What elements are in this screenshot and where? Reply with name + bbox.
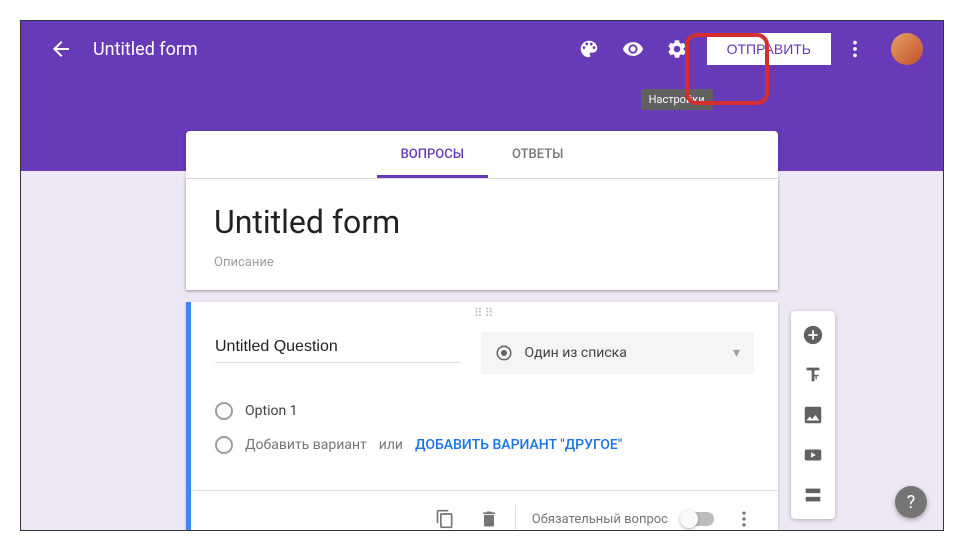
image-icon — [802, 404, 824, 426]
trash-icon — [479, 509, 499, 529]
question-title-input[interactable] — [215, 332, 461, 363]
arrow-back-icon — [49, 37, 73, 61]
tab-responses[interactable]: ОТВЕТЫ — [488, 131, 587, 178]
customize-theme-button[interactable] — [569, 29, 609, 69]
add-option-row: Добавить вариант или ДОБАВИТЬ ВАРИАНТ "Д… — [215, 428, 754, 462]
question-type-select[interactable]: Один из списка ▾ — [481, 332, 755, 374]
add-section-button[interactable] — [795, 477, 831, 513]
question-card[interactable]: ⠿⠿ Один из списка ▾ Option 1 — [186, 302, 778, 531]
user-avatar[interactable] — [891, 33, 923, 65]
tab-questions[interactable]: ВОПРОСЫ — [377, 131, 488, 178]
delete-button[interactable] — [471, 501, 507, 531]
plus-circle-icon — [802, 324, 824, 346]
drag-handle[interactable]: ⠿⠿ — [191, 302, 778, 324]
gear-icon — [666, 38, 688, 60]
form-title-header[interactable]: Untitled form — [93, 39, 198, 60]
add-title-button[interactable] — [795, 357, 831, 393]
or-text: или — [379, 437, 403, 453]
radio-circle-icon — [215, 402, 233, 420]
form-title-input[interactable]: Untitled form — [214, 203, 750, 241]
form-description-input[interactable]: Описание — [214, 255, 750, 270]
side-toolbar — [791, 311, 835, 519]
preview-button[interactable] — [613, 29, 653, 69]
question-more-button[interactable] — [726, 501, 762, 531]
video-icon — [802, 444, 824, 466]
add-video-button[interactable] — [795, 437, 831, 473]
option-row[interactable]: Option 1 — [215, 394, 754, 428]
add-question-button[interactable] — [795, 317, 831, 353]
help-icon: ? — [907, 492, 916, 513]
more-vert-icon — [734, 509, 754, 529]
settings-button[interactable]: Настройки — [657, 29, 697, 69]
more-vert-icon — [844, 38, 866, 60]
settings-tooltip: Настройки — [641, 89, 713, 110]
add-image-button[interactable] — [795, 397, 831, 433]
radio-icon — [495, 344, 513, 362]
required-toggle[interactable] — [680, 512, 714, 526]
back-button[interactable] — [41, 29, 81, 69]
tabs: ВОПРОСЫ ОТВЕТЫ — [186, 131, 778, 179]
help-button[interactable]: ? — [895, 486, 927, 518]
duplicate-button[interactable] — [427, 501, 463, 531]
more-menu-button[interactable] — [835, 29, 875, 69]
section-icon — [802, 484, 824, 506]
required-label: Обязательный вопрос — [532, 512, 668, 527]
form-header-card[interactable]: Untitled form Описание — [186, 179, 778, 290]
add-option-link[interactable]: Добавить вариант — [245, 437, 367, 453]
palette-icon — [578, 38, 600, 60]
radio-circle-icon — [215, 436, 233, 454]
option-text[interactable]: Option 1 — [245, 403, 298, 419]
type-label: Один из списка — [525, 345, 627, 361]
add-other-link[interactable]: ДОБАВИТЬ ВАРИАНТ "ДРУГОЕ" — [415, 437, 622, 453]
chevron-down-icon: ▾ — [733, 345, 740, 361]
send-button[interactable]: ОТПРАВИТЬ — [707, 33, 831, 65]
copy-icon — [435, 509, 455, 529]
eye-icon — [622, 38, 644, 60]
text-icon — [802, 364, 824, 386]
